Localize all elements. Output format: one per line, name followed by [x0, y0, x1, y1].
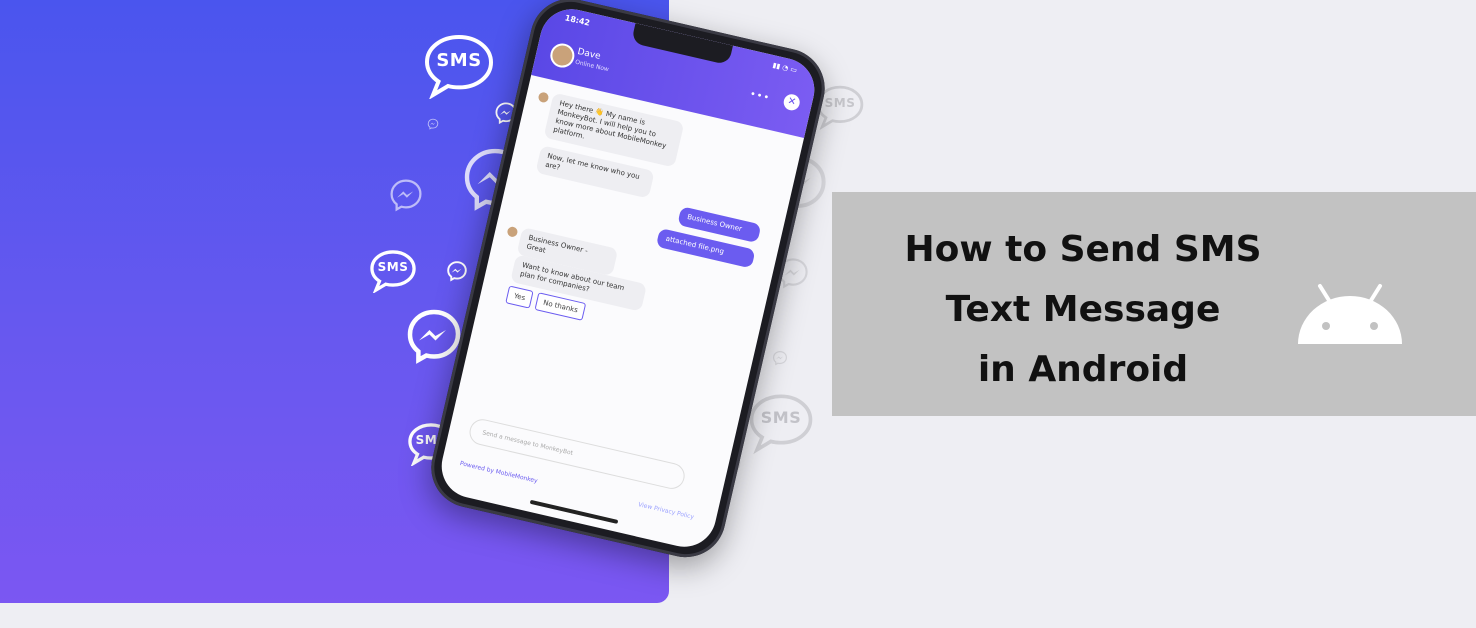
sms-label: SMS [436, 49, 482, 71]
sms-label: SMS [760, 407, 802, 427]
powered-by-link[interactable]: Powered by MobileMonkey [459, 460, 538, 485]
close-icon[interactable]: ✕ [782, 92, 802, 112]
title-line: in Android [977, 349, 1189, 390]
messenger-icon [388, 177, 424, 213]
option-button-yes[interactable]: Yes [505, 285, 534, 309]
more-options-icon[interactable]: ••• [749, 89, 772, 104]
sms-bubble-icon: SMS [421, 33, 497, 99]
sms-label: SMS [377, 260, 409, 275]
title-line: How to Send SMS [904, 229, 1262, 270]
sms-bubble-icon: SMS [746, 392, 816, 454]
messenger-icon [772, 350, 788, 366]
sms-bubble-icon: SMS [368, 249, 418, 293]
privacy-policy-link[interactable]: View Privacy Policy [637, 501, 694, 521]
status-icons: ▮▮ ◔ ▭ [771, 61, 798, 75]
bot-avatar [506, 225, 519, 238]
messenger-icon [427, 118, 439, 130]
agent-status: Online Now [574, 58, 610, 74]
android-icon [1294, 280, 1406, 350]
messenger-icon [446, 260, 468, 282]
status-time: 18:42 [563, 13, 591, 28]
title-band: How to Send SMS Text Message in Android [832, 192, 1476, 416]
message-input[interactable]: Send a message to MonkeyBot [466, 416, 688, 492]
avatar [547, 41, 577, 70]
title-line: Text Message [945, 289, 1221, 330]
banner-title: How to Send SMS Text Message in Android [852, 220, 1314, 400]
bot-avatar [537, 91, 550, 104]
